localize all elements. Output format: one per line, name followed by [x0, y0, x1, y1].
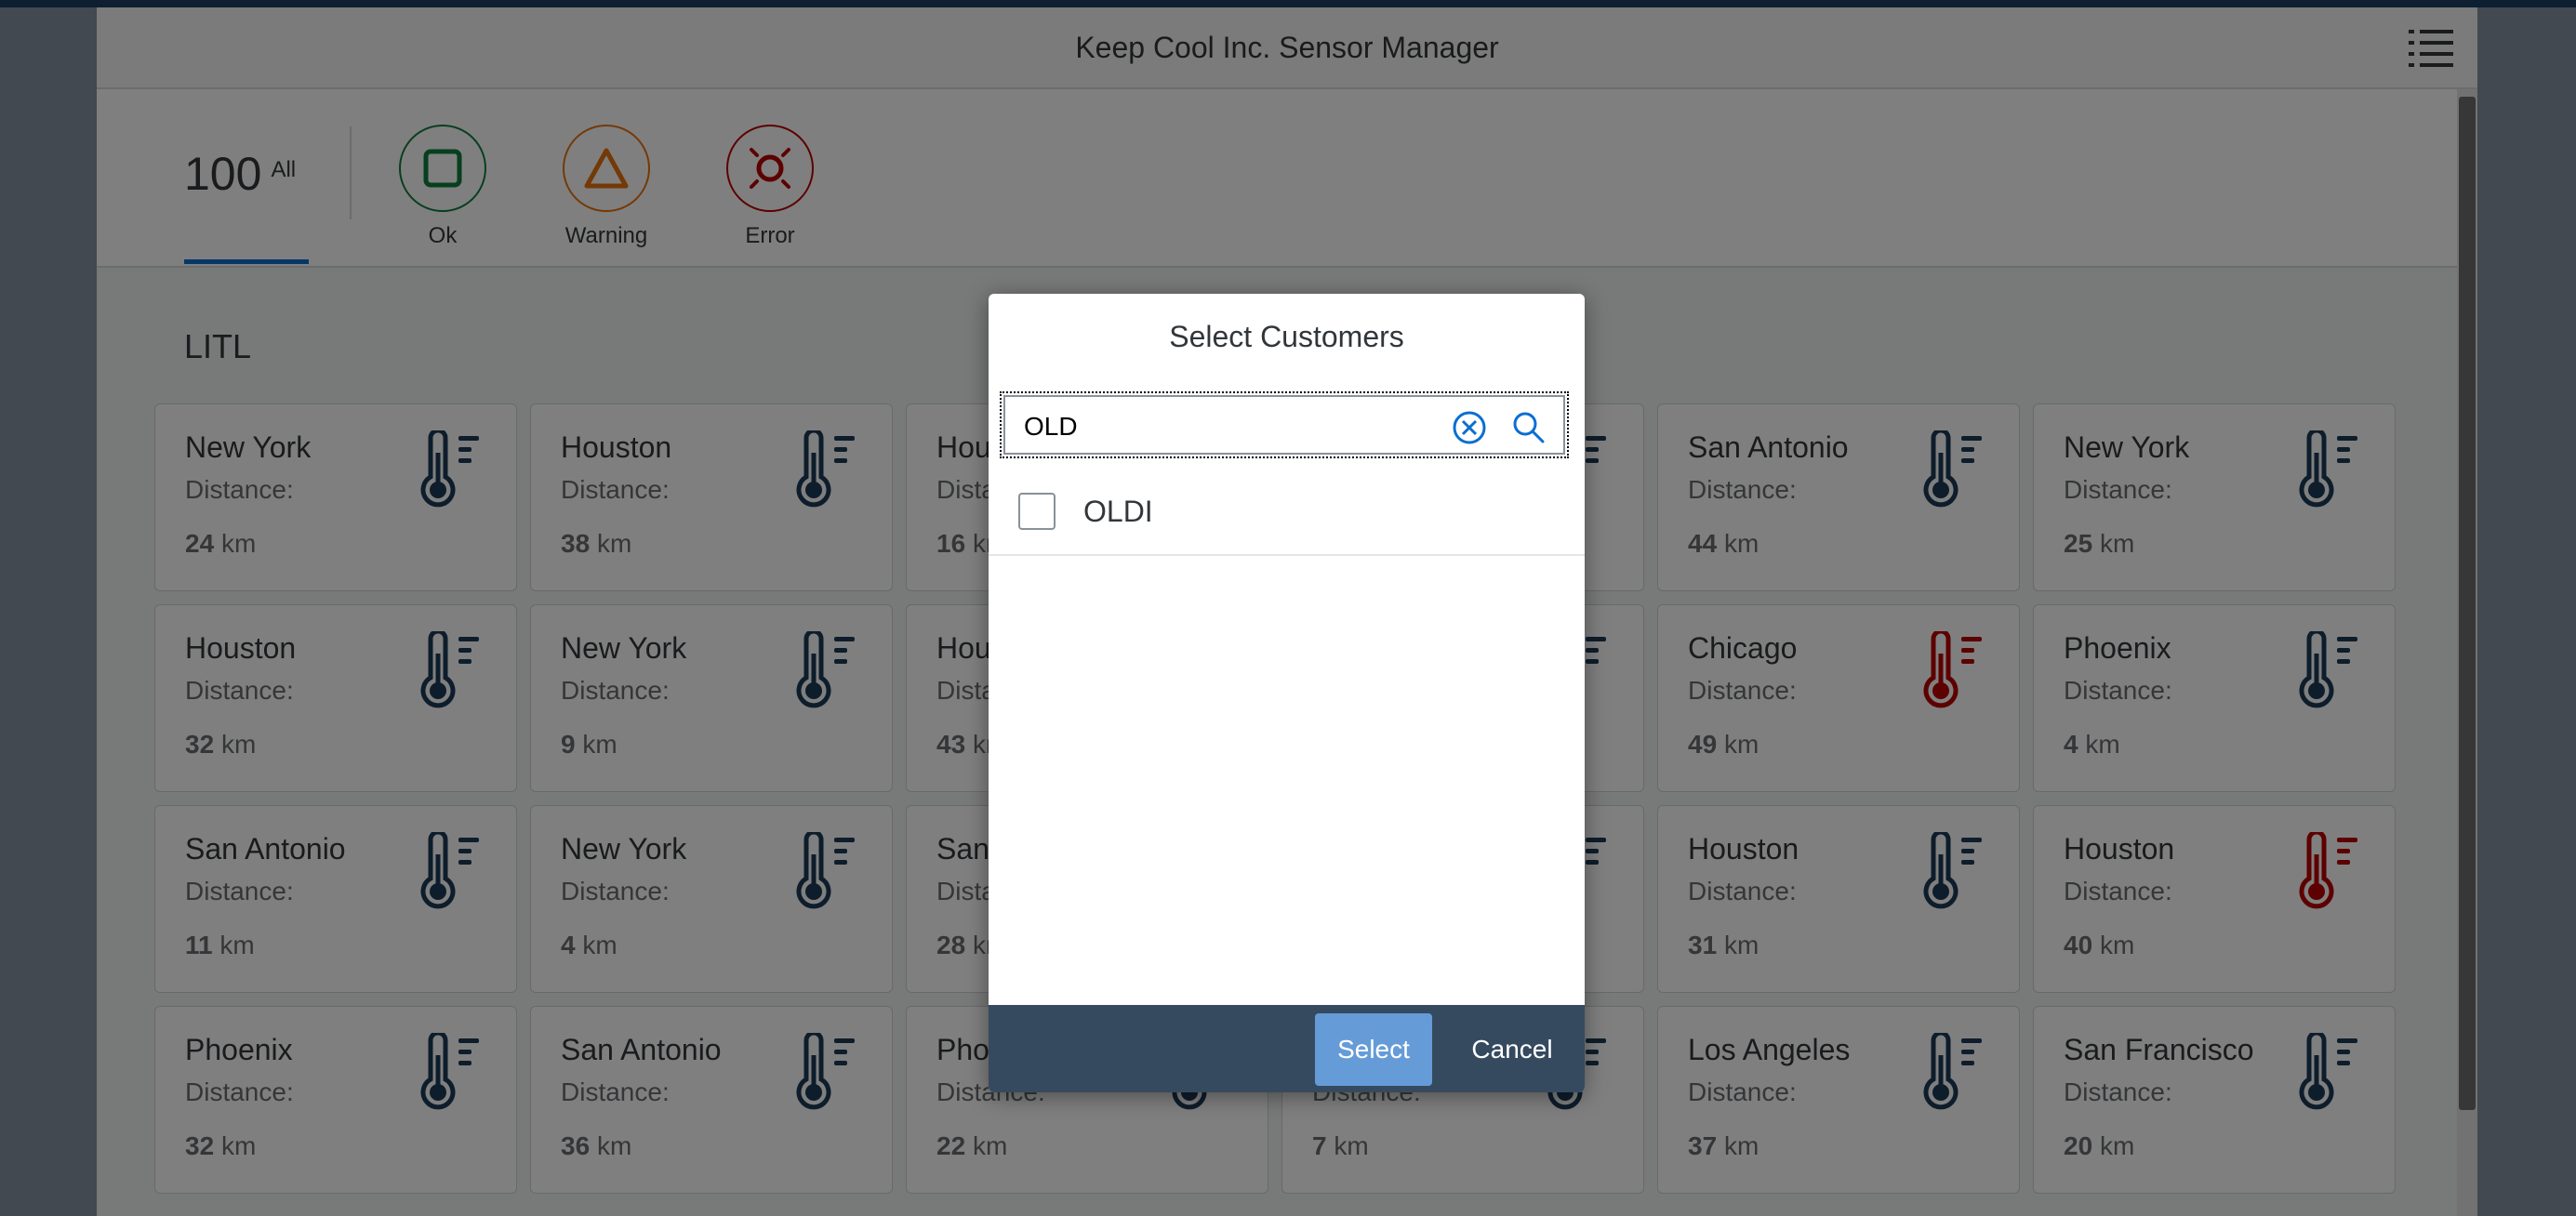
- select-customers-dialog: Select Customers OLD OLDI Select Cancel: [989, 294, 1585, 1092]
- cancel-button[interactable]: Cancel: [1458, 1013, 1566, 1086]
- search-input-box[interactable]: OLD: [1003, 395, 1565, 455]
- customer-checkbox[interactable]: [1018, 493, 1056, 530]
- search-icon[interactable]: [1511, 410, 1547, 445]
- customer-list-item[interactable]: OLDI: [989, 470, 1585, 556]
- customer-search-field[interactable]: OLD: [1000, 391, 1569, 458]
- search-input[interactable]: OLD: [1024, 397, 1078, 456]
- dialog-title: Select Customers: [1169, 320, 1404, 353]
- select-button[interactable]: Select: [1315, 1013, 1432, 1086]
- dialog-footer: Select Cancel: [989, 1005, 1585, 1092]
- clear-icon[interactable]: [1452, 410, 1487, 445]
- customer-item-label: OLDI: [1083, 495, 1153, 528]
